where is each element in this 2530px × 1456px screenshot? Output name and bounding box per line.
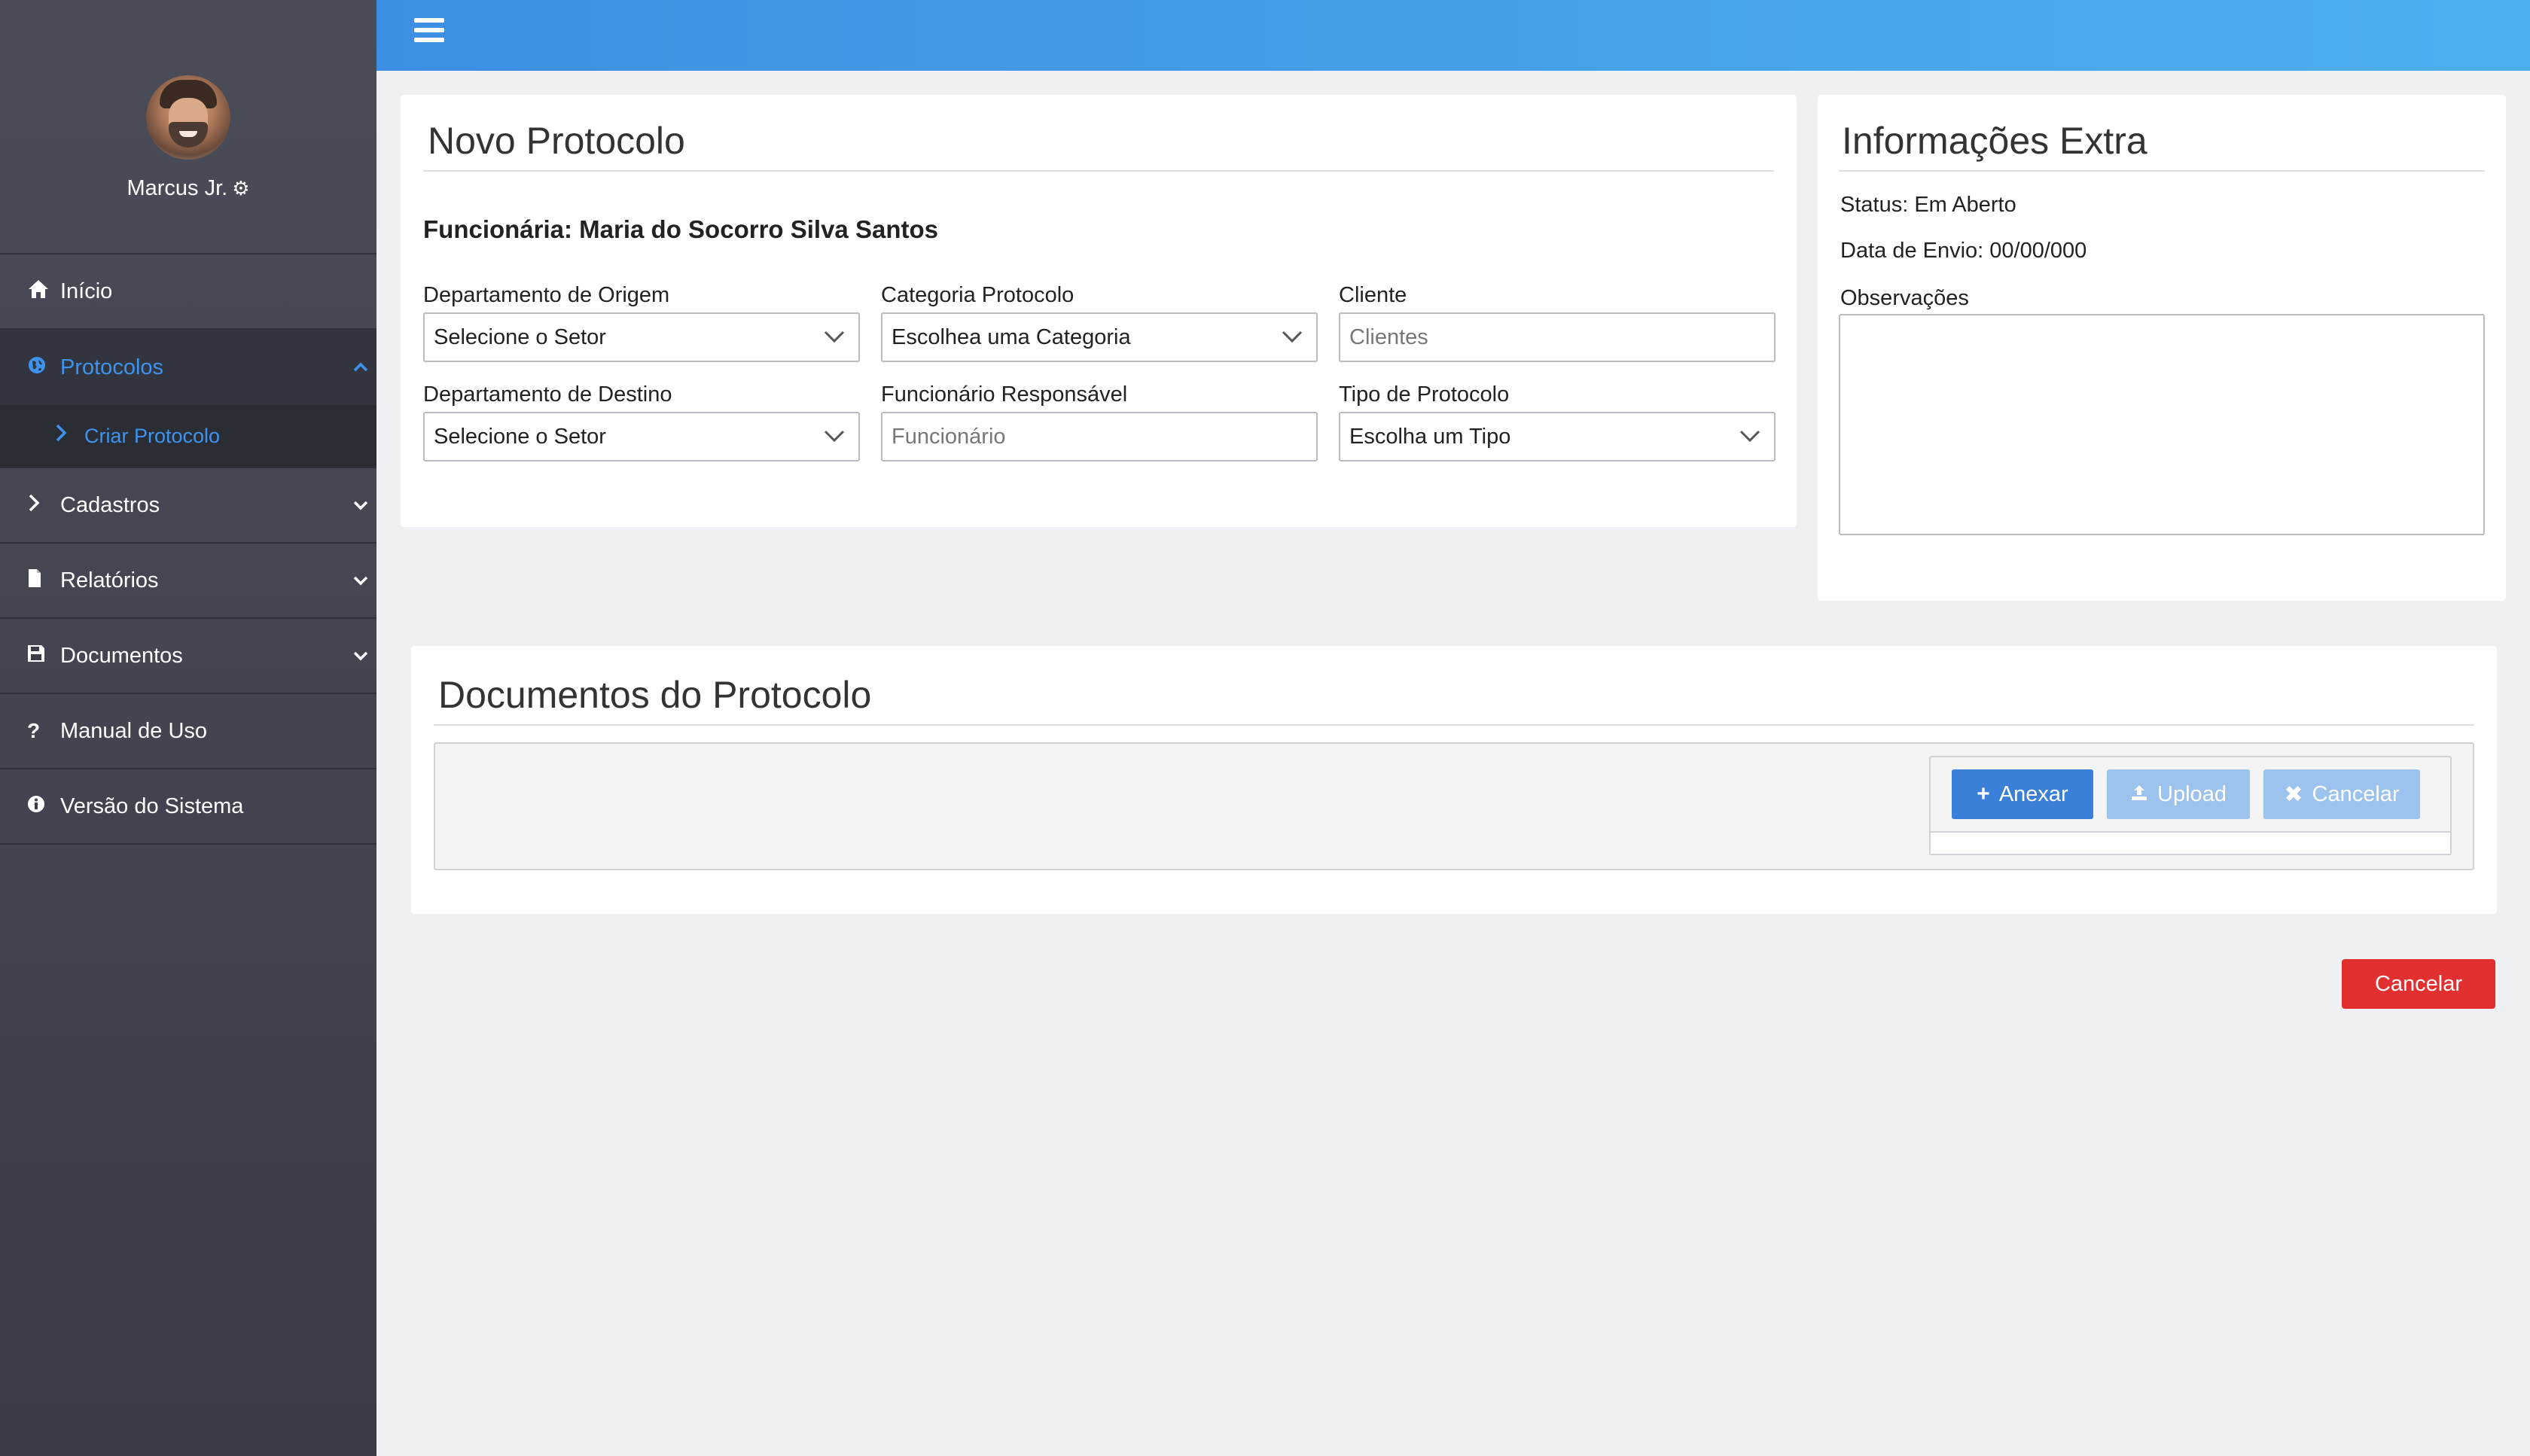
sidebar-item-versao[interactable]: Versão do Sistema: [0, 769, 376, 845]
chevron-right-icon: [27, 493, 60, 518]
data-envio-text: Data de Envio: 00/00/000: [1840, 239, 2087, 263]
sidebar-item-inicio[interactable]: Início: [0, 254, 376, 330]
cliente-input[interactable]: Clientes: [1339, 312, 1776, 362]
chevron-down-icon: [352, 571, 369, 590]
sidebar-item-label: Início: [60, 279, 113, 303]
user-name: Marcus Jr. ⚙: [0, 176, 376, 201]
gear-icon[interactable]: ⚙: [232, 177, 249, 200]
field-tipo-protocolo: Tipo de Protocolo Escolha um Tipo: [1339, 382, 1776, 461]
observacoes-textarea[interactable]: [1839, 314, 2485, 535]
departamento-destino-select[interactable]: Selecione o Setor: [423, 412, 860, 461]
save-icon: [27, 644, 60, 668]
question-icon: ?: [27, 719, 41, 742]
select-value: Escolhea uma Categoria: [892, 324, 1131, 349]
upload-toolbar: + Anexar Upload ✖ Cancelar: [1929, 756, 2452, 855]
file-upload-area[interactable]: + Anexar Upload ✖ Cancelar: [434, 742, 2474, 870]
panel-title: Novo Protocolo: [423, 119, 1774, 172]
input-placeholder: Funcionário: [892, 424, 1006, 449]
top-bar: [376, 0, 2530, 71]
sidebar-item-relatorios[interactable]: Relatórios: [0, 544, 376, 619]
select-value: Escolha um Tipo: [1349, 424, 1511, 449]
cancelar-upload-button[interactable]: ✖ Cancelar: [2263, 769, 2420, 819]
observacoes-label: Observações: [1840, 286, 1969, 310]
home-icon: [27, 279, 60, 305]
employee-name: Funcionária: Maria do Socorro Silva Sant…: [423, 215, 938, 243]
user-profile: Marcus Jr. ⚙: [0, 0, 376, 254]
button-label: Upload: [2157, 781, 2227, 806]
user-name-label: Marcus Jr.: [126, 176, 228, 200]
field-label: Departamento de Origem: [423, 283, 670, 307]
chevron-right-icon: [54, 423, 84, 449]
avatar[interactable]: [146, 75, 230, 160]
anexar-button[interactable]: + Anexar: [1952, 769, 2093, 819]
informacoes-extra-panel: Informações Extra Status: Em Aberto Data…: [1818, 95, 2506, 601]
upload-icon: [2130, 781, 2148, 807]
panel-title: Documentos do Protocolo: [434, 673, 2474, 726]
field-label: Tipo de Protocolo: [1339, 382, 1510, 407]
sidebar-item-protocolos[interactable]: Protocolos: [0, 330, 376, 405]
sidebar-item-label: Protocolos: [60, 355, 164, 379]
chevron-down-icon: [352, 495, 369, 515]
categoria-protocolo-select[interactable]: Escolhea uma Categoria: [881, 312, 1318, 362]
upload-button[interactable]: Upload: [2107, 769, 2250, 819]
field-label: Departamento de Destino: [423, 382, 672, 407]
button-label: Anexar: [1998, 781, 2068, 806]
field-categoria-protocolo: Categoria Protocolo Escolhea uma Categor…: [881, 283, 1318, 362]
field-cliente: Cliente Clientes: [1339, 283, 1776, 362]
tipo-protocolo-select[interactable]: Escolha um Tipo: [1339, 412, 1776, 461]
select-value: Selecione o Setor: [434, 324, 606, 349]
sidebar-item-label: Documentos: [60, 643, 183, 668]
sidebar-item-label: Manual de Uso: [60, 718, 208, 743]
field-label: Cliente: [1339, 283, 1407, 307]
file-icon: [27, 568, 60, 593]
upload-progress-strip: [1931, 831, 2450, 854]
globe-icon: [27, 355, 60, 380]
chevron-down-icon: [1736, 422, 1763, 449]
field-departamento-destino: Departamento de Destino Selecione o Seto…: [423, 382, 860, 461]
chevron-up-icon: [352, 358, 369, 377]
sidebar-subitem-label: Criar Protocolo: [84, 424, 221, 447]
button-label: Cancelar: [2312, 781, 2400, 806]
info-icon: [27, 794, 60, 818]
field-label: Categoria Protocolo: [881, 283, 1074, 307]
panel-title: Informações Extra: [1839, 119, 2485, 172]
input-placeholder: Clientes: [1349, 324, 1428, 349]
documentos-panel: Documentos do Protocolo + Anexar Upload …: [411, 646, 2497, 914]
chevron-down-icon: [352, 646, 369, 666]
chevron-down-icon: [821, 422, 848, 449]
field-departamento-origem: Departamento de Origem Selecione o Setor: [423, 283, 860, 362]
sidebar-item-documentos[interactable]: Documentos: [0, 619, 376, 694]
sidebar-item-cadastros[interactable]: Cadastros: [0, 468, 376, 544]
novo-protocolo-panel: Novo Protocolo Funcionária: Maria do Soc…: [401, 95, 1797, 527]
hamburger-menu-icon[interactable]: [414, 18, 444, 45]
field-label: Funcionário Responsável: [881, 382, 1128, 407]
field-funcionario-responsavel: Funcionário Responsável Funcionário: [881, 382, 1318, 461]
chevron-down-icon: [821, 323, 848, 350]
chevron-down-icon: [1279, 323, 1306, 350]
close-icon: ✖: [2284, 781, 2303, 807]
funcionario-responsavel-input[interactable]: Funcionário: [881, 412, 1318, 461]
plus-icon: +: [1977, 781, 1990, 806]
departamento-origem-select[interactable]: Selecione o Setor: [423, 312, 860, 362]
sidebar-item-label: Cadastros: [60, 492, 160, 517]
sidebar-subitem-criar-protocolo[interactable]: Criar Protocolo: [0, 405, 376, 468]
button-label: Cancelar: [2374, 971, 2463, 996]
status-text: Status: Em Aberto: [1840, 193, 2016, 217]
cancelar-button[interactable]: Cancelar: [2342, 959, 2495, 1009]
sidebar: Marcus Jr. ⚙ Início Protocolos Criar Prot…: [0, 0, 376, 1456]
sidebar-item-label: Relatórios: [60, 568, 159, 592]
sidebar-item-manual[interactable]: ? Manual de Uso: [0, 694, 376, 769]
sidebar-item-label: Versão do Sistema: [60, 793, 244, 818]
select-value: Selecione o Setor: [434, 424, 606, 449]
